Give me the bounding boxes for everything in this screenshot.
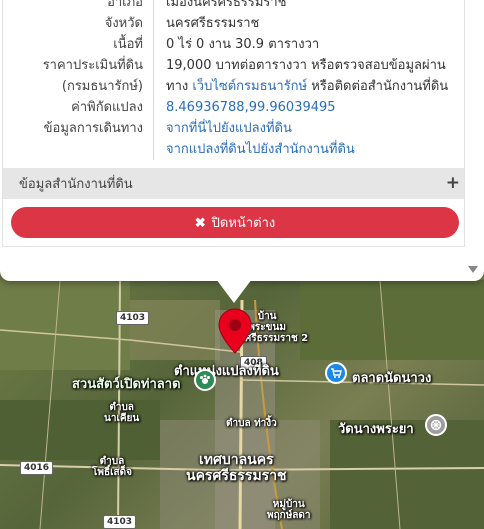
temple-icon[interactable] — [425, 414, 447, 436]
coordinates-link[interactable]: 8.46936788,99.96039495 — [166, 100, 336, 115]
info-value: เมืองนครศรีธรรมราช — [153, 0, 464, 13]
scroll-down-icon[interactable] — [468, 266, 478, 273]
close-button-label: ปิดหน้าต่าง — [211, 215, 276, 230]
info-key: (กรมธนารักษ์) — [61, 79, 143, 94]
info-value: 19,000 บาทต่อตารางวา หรือตรวจสอบข้อมูลผ่… — [153, 55, 464, 76]
info-key: เนื้อที่ — [113, 37, 143, 52]
info-value: 0 ไร่ 0 งาน 30.9 ตารางวา — [153, 34, 464, 55]
close-window-button[interactable]: ✖ ปิดหน้าต่าง — [11, 207, 459, 238]
info-row-province: จังหวัด นครศรีธรรมราช — [3, 13, 464, 34]
market-icon[interactable] — [325, 362, 347, 384]
map-label-tambon-na-tian: ตำบล นาเคียน — [104, 402, 140, 424]
popup-scrollbar[interactable] — [466, 0, 482, 281]
parcel-info-table: อำเภอ เมืองนครศรีธรรมราช จังหวัด นครศรีธ… — [3, 0, 464, 160]
map-label-temple: วัดนางพระยา — [338, 422, 414, 437]
info-key: อำเภอ — [107, 0, 143, 10]
road-shield-4016: 4016 — [20, 461, 54, 475]
info-text-post: หรือติดต่อสำนักงานที่ดิน — [307, 79, 449, 94]
info-row-travel: ข้อมูลการเดินทาง จากที่นี่ไปยังแปลงที่ดิ… — [3, 118, 464, 139]
info-value: จากที่นี่ไปยังแปลงที่ดิน — [153, 118, 464, 139]
info-row-district: อำเภอ เมืองนครศรีธรรมราช — [3, 0, 464, 13]
info-value: จากแปลงที่ดินไปยังสำนักงานที่ดิน — [153, 139, 464, 160]
plus-icon[interactable]: + — [446, 175, 460, 192]
directions-to-parcel-link[interactable]: จากที่นี่ไปยังแปลงที่ดิน — [166, 121, 292, 136]
treasury-website-link[interactable]: เว็บไซต์กรมธนารักษ์ — [192, 79, 307, 94]
section-title: ข้อมูลสำนักงานที่ดิน — [19, 177, 133, 192]
info-row-travel-2: จากแปลงที่ดินไปยังสำนักงานที่ดิน — [3, 139, 464, 160]
info-text-pre: ทาง — [166, 79, 193, 94]
info-row-appraisal: ราคาประเมินที่ดิน 19,000 บาทต่อตารางวา ห… — [3, 55, 464, 76]
info-value: ทาง เว็บไซต์กรมธนารักษ์ หรือติดต่อสำนักง… — [153, 76, 464, 97]
info-key: ราคาประเมินที่ดิน — [42, 58, 143, 73]
directions-to-land-office-link[interactable]: จากแปลงที่ดินไปยังสำนักงานที่ดิน — [166, 142, 355, 157]
info-row-area: เนื้อที่ 0 ไร่ 0 งาน 30.9 ตารางวา — [3, 34, 464, 55]
info-value: 8.46936788,99.96039495 — [153, 97, 464, 118]
map-label-current-parcel: ตำแหน่งแปลงที่ดิน — [174, 364, 279, 379]
map-label-tambon-pho-sadet: ตำบล โพธิ์เสด็จ — [92, 456, 132, 478]
map-label-village: หมู่บ้าน พฤกษ์ลดา — [267, 499, 311, 521]
popup-pointer — [216, 279, 252, 303]
map-label-market: ตลาดนัดนาวง — [352, 371, 432, 386]
info-key — [3, 139, 153, 160]
info-key: ข้อมูลการเดินทาง — [43, 121, 143, 136]
map-label-municipality: เทศบาลนคร นครศรีธรรมราช — [186, 452, 287, 484]
zoo-icon[interactable] — [194, 369, 216, 391]
road-shield-4103-bottom: 4103 — [103, 515, 137, 529]
land-office-section-toggle[interactable]: ข้อมูลสำนักงานที่ดิน + — [3, 168, 464, 199]
close-icon: ✖ — [194, 214, 206, 230]
info-row-treasury: (กรมธนารักษ์) ทาง เว็บไซต์กรมธนารักษ์ หร… — [3, 76, 464, 97]
road-shield-4103-top: 4103 — [116, 311, 150, 325]
info-key: จังหวัด — [104, 16, 143, 31]
map-label-tambon-tha-ngio: ตำบล ท่างิ้ว — [226, 418, 277, 429]
popup-content: อำเภอ เมืองนครศรีธรรมราช จังหวัด นครศรีธ… — [2, 0, 465, 247]
info-key: ค่าพิกัดแปลง — [71, 100, 143, 115]
map-label-zoo: สวนสัตว์เปิดท่าลาด — [72, 377, 181, 392]
info-row-coordinates: ค่าพิกัดแปลง 8.46936788,99.96039495 — [3, 97, 464, 118]
parcel-pin-icon[interactable] — [218, 308, 252, 354]
info-value: นครศรีธรรมราช — [153, 13, 464, 34]
parcel-info-popup: อำเภอ เมืองนครศรีธรรมราช จังหวัด นครศรีธ… — [0, 0, 484, 281]
